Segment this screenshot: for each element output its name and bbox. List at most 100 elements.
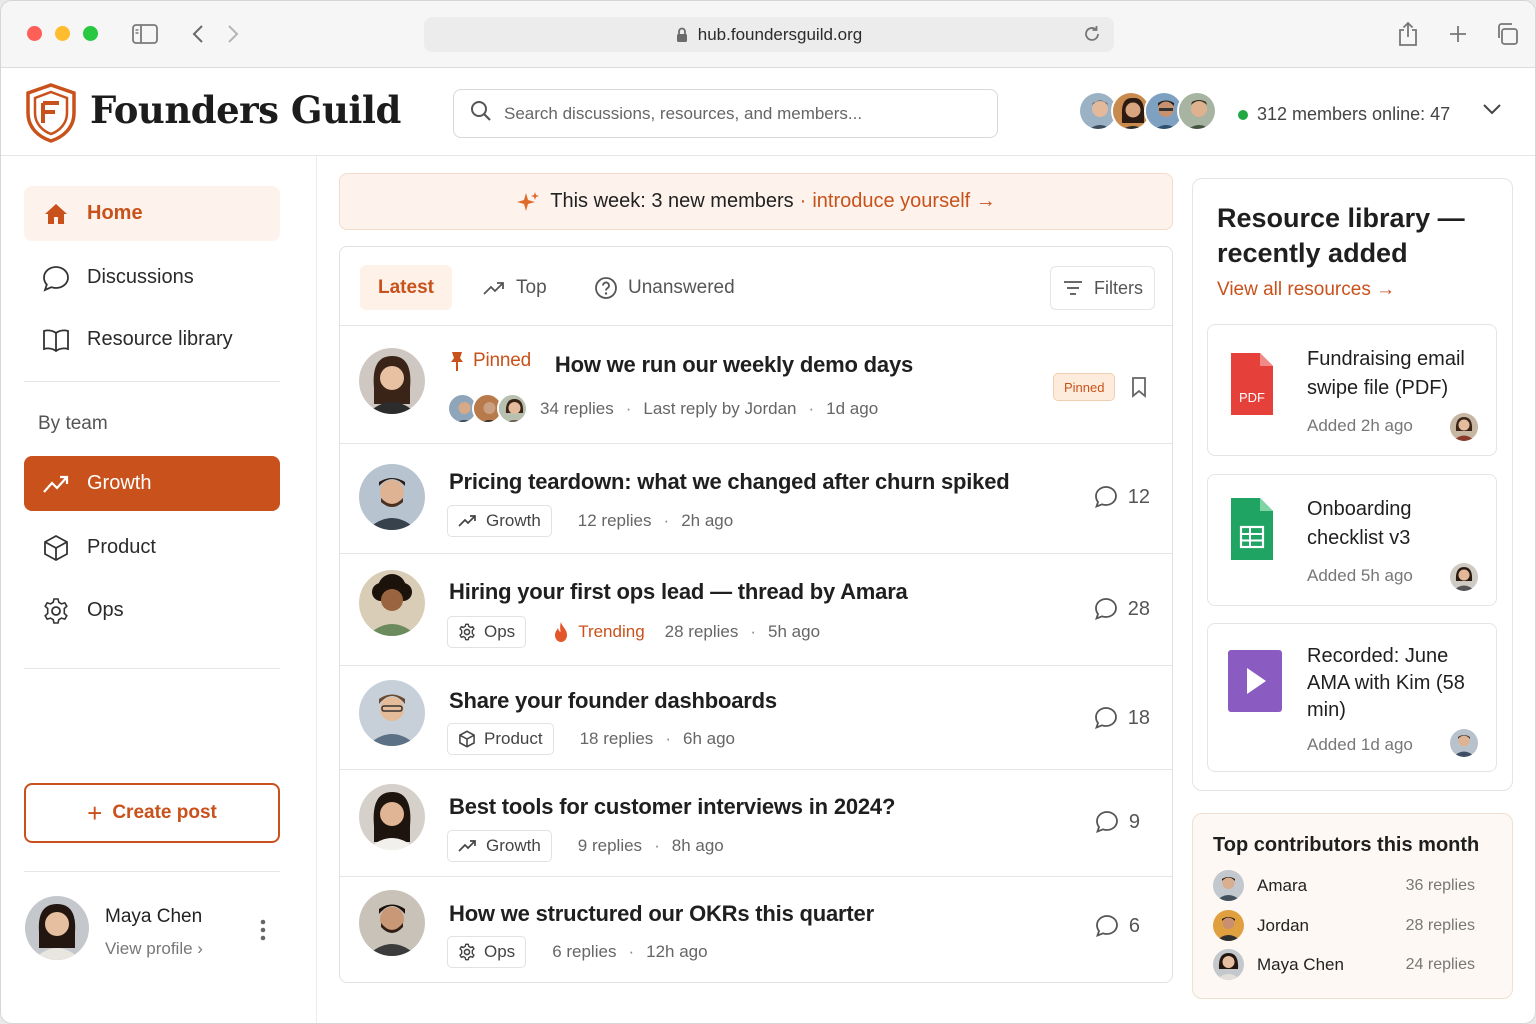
resource-card[interactable]: Onboarding checklist v3 Added 5h ago xyxy=(1207,474,1497,606)
tag-ops[interactable]: Ops xyxy=(447,936,527,968)
filters-label: Filters xyxy=(1094,277,1143,298)
post-meta: Ops 6 replies · 12h ago xyxy=(447,936,708,968)
bookmark-icon[interactable] xyxy=(1130,376,1148,403)
meta-separator: · xyxy=(663,511,670,530)
contributor-replies: 28 replies xyxy=(1405,917,1475,934)
reply-avatars xyxy=(447,393,528,424)
resource-card[interactable]: PDF Fundraising email swipe file (PDF) A… xyxy=(1207,324,1497,456)
comment-icon xyxy=(1094,485,1118,509)
avatar xyxy=(359,784,425,850)
online-members-avatars[interactable] xyxy=(1078,91,1217,131)
reload-icon[interactable] xyxy=(1082,24,1102,49)
post-item[interactable]: Share your founder dashboards Product 18… xyxy=(340,666,1172,770)
post-time: 1d ago xyxy=(826,398,879,418)
search-box[interactable] xyxy=(453,89,998,138)
post-time: 5h ago xyxy=(768,622,821,641)
sidebar-toggle-icon[interactable] xyxy=(131,20,159,48)
reply-count: 18 replies xyxy=(579,729,654,748)
search-icon xyxy=(470,100,492,127)
minimize-window-button[interactable] xyxy=(55,26,70,41)
reply-count: 6 replies xyxy=(552,942,617,961)
post-item[interactable]: Best tools for customer interviews in 20… xyxy=(340,770,1172,877)
user-profile[interactable]: Maya Chen View profile › xyxy=(25,896,285,966)
post-meta: Product 18 replies · 6h ago xyxy=(447,723,735,755)
profile-name: Maya Chen xyxy=(105,906,203,927)
resource-card[interactable]: Recorded: June AMA with Kim (58 min) Add… xyxy=(1207,623,1497,772)
pinned-label: Pinned xyxy=(449,350,531,372)
more-options-icon[interactable] xyxy=(259,918,267,947)
plus-icon: + xyxy=(87,798,103,828)
avatar xyxy=(359,680,425,746)
tab-unanswered[interactable]: Unanswered xyxy=(580,265,749,310)
sidebar-item-resource-library[interactable]: Resource library xyxy=(24,312,280,367)
sidebar-item-home[interactable]: Home xyxy=(24,186,280,241)
reply-count: 9 replies xyxy=(577,836,643,855)
resource-added-time: Added 5h ago xyxy=(1307,566,1413,585)
tag-growth[interactable]: Growth xyxy=(447,830,552,862)
post-title: Hiring your first ops lead — thread by A… xyxy=(449,579,908,604)
tab-overview-icon[interactable] xyxy=(1493,20,1521,48)
avatar xyxy=(1177,91,1217,131)
contributor-row[interactable]: Maya Chen 24 replies xyxy=(1213,949,1475,981)
introduce-yourself-link[interactable]: introduce yourself → xyxy=(812,190,995,213)
search-input[interactable] xyxy=(504,103,974,124)
comment-icon xyxy=(1094,706,1118,730)
avatar xyxy=(1450,729,1478,757)
tag-product[interactable]: Product xyxy=(447,723,554,755)
reply-count: 28 replies xyxy=(664,622,739,641)
post-item[interactable]: Pinned How we run our weekly demo days 3… xyxy=(340,326,1172,444)
tab-label: Latest xyxy=(378,276,434,298)
tag-ops[interactable]: Ops xyxy=(447,616,527,648)
sidebar-item-product[interactable]: Product xyxy=(24,520,280,575)
post-item[interactable]: How we structured our OKRs this quarter … xyxy=(340,877,1172,982)
tag-growth[interactable]: Growth xyxy=(447,505,552,537)
post-item[interactable]: Pricing teardown: what we changed after … xyxy=(340,444,1172,554)
shield-logo-icon[interactable] xyxy=(25,83,77,143)
chevron-down-icon[interactable] xyxy=(1481,102,1503,121)
tab-label: Top xyxy=(516,276,547,298)
view-profile-link[interactable]: View profile › xyxy=(105,939,203,959)
resource-panel-title: Resource library — recently added xyxy=(1217,203,1465,268)
post-title: Best tools for customer interviews in 20… xyxy=(449,794,896,819)
post-item[interactable]: Hiring your first ops lead — thread by A… xyxy=(340,554,1172,666)
tab-top[interactable]: Top xyxy=(468,265,561,310)
sidebar-item-label: Product xyxy=(87,536,156,558)
sidebar-item-discussions[interactable]: Discussions xyxy=(24,250,280,305)
discussion-feed: Latest Top Unanswered Filters Pinned How… xyxy=(339,246,1173,983)
contributor-row[interactable]: Amara 36 replies xyxy=(1213,870,1475,902)
resource-title: Recorded: June AMA with Kim (58 min) xyxy=(1307,645,1465,721)
new-tab-icon[interactable] xyxy=(1444,20,1472,48)
trend-up-icon xyxy=(458,514,478,528)
announcement-banner: This week: 3 new members · introduce you… xyxy=(339,173,1173,230)
close-window-button[interactable] xyxy=(27,26,42,41)
sidebar-item-ops[interactable]: Ops xyxy=(24,583,280,638)
create-post-button[interactable]: + Create post xyxy=(24,783,280,843)
sidebar-item-growth[interactable]: Growth xyxy=(24,456,280,511)
post-title: Pricing teardown: what we changed after … xyxy=(449,469,1010,494)
question-circle-icon xyxy=(594,276,618,300)
contributors-title: Top contributors this month xyxy=(1213,834,1480,856)
comment-icon xyxy=(1095,914,1119,938)
brand-name[interactable]: Founders Guild xyxy=(90,88,401,132)
tab-latest[interactable]: Latest xyxy=(360,265,452,310)
video-play-icon xyxy=(1228,650,1282,717)
post-title: How we structured our OKRs this quarter xyxy=(449,901,874,926)
filters-button[interactable]: Filters xyxy=(1050,266,1155,310)
url-text: hub.foundersguild.org xyxy=(697,24,863,44)
avatar xyxy=(1213,910,1244,941)
cube-icon xyxy=(458,730,476,748)
pdf-file-icon: PDF xyxy=(1228,350,1276,423)
gear-icon xyxy=(458,623,476,641)
forward-icon[interactable] xyxy=(219,20,247,48)
share-icon[interactable] xyxy=(1394,20,1422,48)
comment-count: 18 xyxy=(1094,706,1150,730)
back-icon[interactable] xyxy=(184,20,212,48)
address-bar[interactable]: hub.foundersguild.org xyxy=(424,17,1114,52)
view-all-resources-link[interactable]: View all resources → xyxy=(1217,279,1395,301)
browser-window: hub.foundersguild.org Founders Guild Sea… xyxy=(0,0,1536,1024)
maximize-window-button[interactable] xyxy=(83,26,98,41)
browser-toolbar: hub.foundersguild.org xyxy=(1,1,1535,68)
reply-count: 12 replies xyxy=(577,511,652,530)
avatar xyxy=(359,570,425,636)
contributor-row[interactable]: Jordan 28 replies xyxy=(1213,910,1475,942)
